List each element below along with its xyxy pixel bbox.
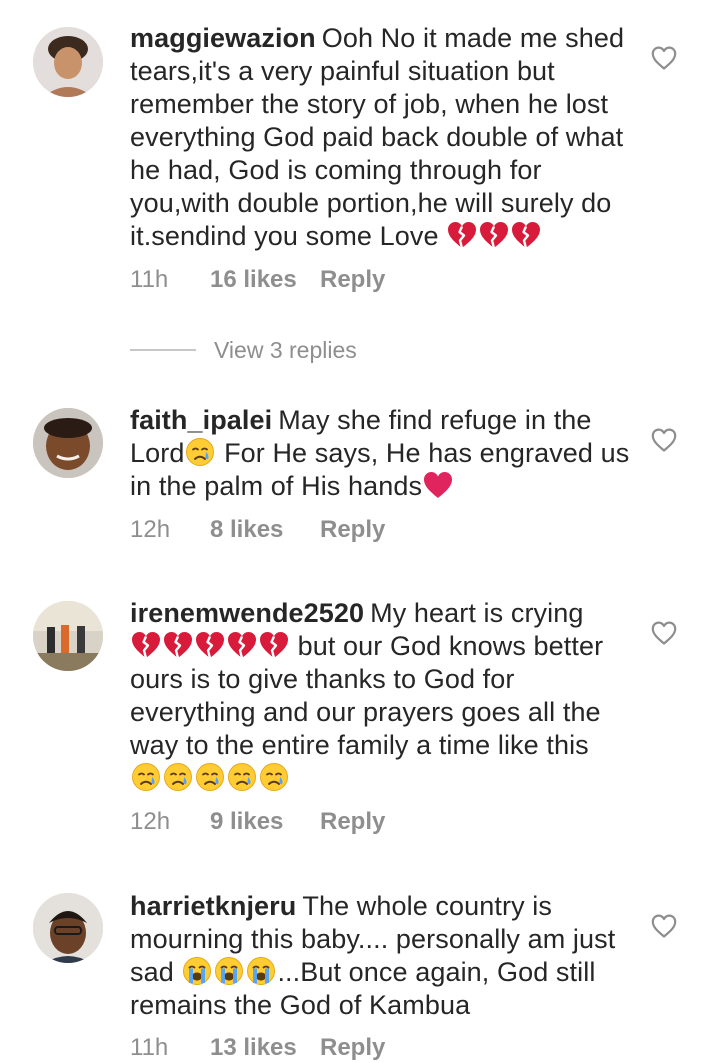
emoji-group (181, 957, 277, 987)
crying-face-icon (162, 762, 194, 792)
reply-button[interactable]: Reply (320, 266, 385, 294)
comment-meta: 11h 13 likes Reply (130, 1033, 385, 1063)
avatar[interactable] (33, 601, 103, 671)
heart-outline-icon (651, 428, 677, 452)
comment-meta: 12h 8 likes Reply (130, 515, 385, 545)
crying-face-icon (226, 762, 258, 792)
reply-button[interactable]: Reply (320, 1034, 385, 1062)
comment-body: maggiewazion Ooh No it made me shed tears… (130, 22, 635, 253)
comment-likes-count[interactable]: 13 likes (210, 1034, 320, 1062)
comment-username[interactable]: maggiewazion (130, 23, 316, 53)
emoji-group (130, 631, 290, 661)
loudly-crying-face-icon (181, 956, 213, 986)
crying-face-icon (194, 762, 226, 792)
emoji-group (446, 221, 542, 251)
comment-timestamp: 12h (130, 516, 171, 543)
heart-outline-icon (651, 914, 677, 938)
comment-timestamp: 11h (130, 1034, 169, 1061)
comment-likes-count[interactable]: 16 likes (210, 266, 320, 294)
divider-line (130, 349, 196, 351)
broken-heart-icon (194, 630, 226, 660)
view-replies-label: View 3 replies (214, 336, 357, 363)
like-comment-button[interactable] (651, 428, 677, 452)
loudly-crying-face-icon (213, 956, 245, 986)
comment-username[interactable]: irenemwende2520 (130, 598, 364, 628)
comment-text: Ooh No it made me shed tears,it's a very… (130, 23, 625, 251)
comment-text: My heart is crying (370, 598, 584, 628)
comment-meta: 12h 9 likes Reply (130, 807, 385, 837)
avatar[interactable] (33, 893, 103, 963)
crying-face-icon (130, 762, 162, 792)
heart-outline-icon (651, 621, 677, 645)
broken-heart-icon (510, 220, 542, 250)
crying-face-icon (184, 437, 216, 467)
broken-heart-icon (446, 220, 478, 250)
emoji-group (130, 763, 290, 793)
comment-likes-count[interactable]: 9 likes (210, 808, 320, 836)
broken-heart-icon (130, 630, 162, 660)
comment-timestamp: 12h (130, 808, 171, 835)
comment-likes-count[interactable]: 8 likes (210, 516, 320, 544)
reply-button[interactable]: Reply (320, 808, 385, 836)
comment-body: irenemwende2520 My heart is crying but ou… (130, 597, 635, 795)
comment-username[interactable]: harrietknjeru (130, 891, 296, 921)
like-comment-button[interactable] (651, 914, 677, 938)
comment-username[interactable]: faith_ipalei (130, 405, 272, 435)
avatar[interactable] (33, 27, 103, 97)
comment-meta: 11h 16 likes Reply (130, 265, 385, 295)
broken-heart-icon (226, 630, 258, 660)
loudly-crying-face-icon (245, 956, 277, 986)
red-heart-icon (422, 470, 454, 500)
crying-face-icon (258, 762, 290, 792)
comment-body: harrietknjeru The whole country is mourni… (130, 890, 635, 1022)
like-comment-button[interactable] (651, 621, 677, 645)
comment-body: faith_ipalei May she find refuge in the L… (130, 404, 635, 503)
broken-heart-icon (258, 630, 290, 660)
like-comment-button[interactable] (651, 46, 677, 70)
avatar[interactable] (33, 408, 103, 478)
broken-heart-icon (478, 220, 510, 250)
broken-heart-icon (162, 630, 194, 660)
reply-button[interactable]: Reply (320, 516, 385, 544)
comment-timestamp: 11h (130, 266, 169, 293)
heart-outline-icon (651, 46, 677, 70)
view-replies-button[interactable]: View 3 replies (130, 335, 357, 365)
